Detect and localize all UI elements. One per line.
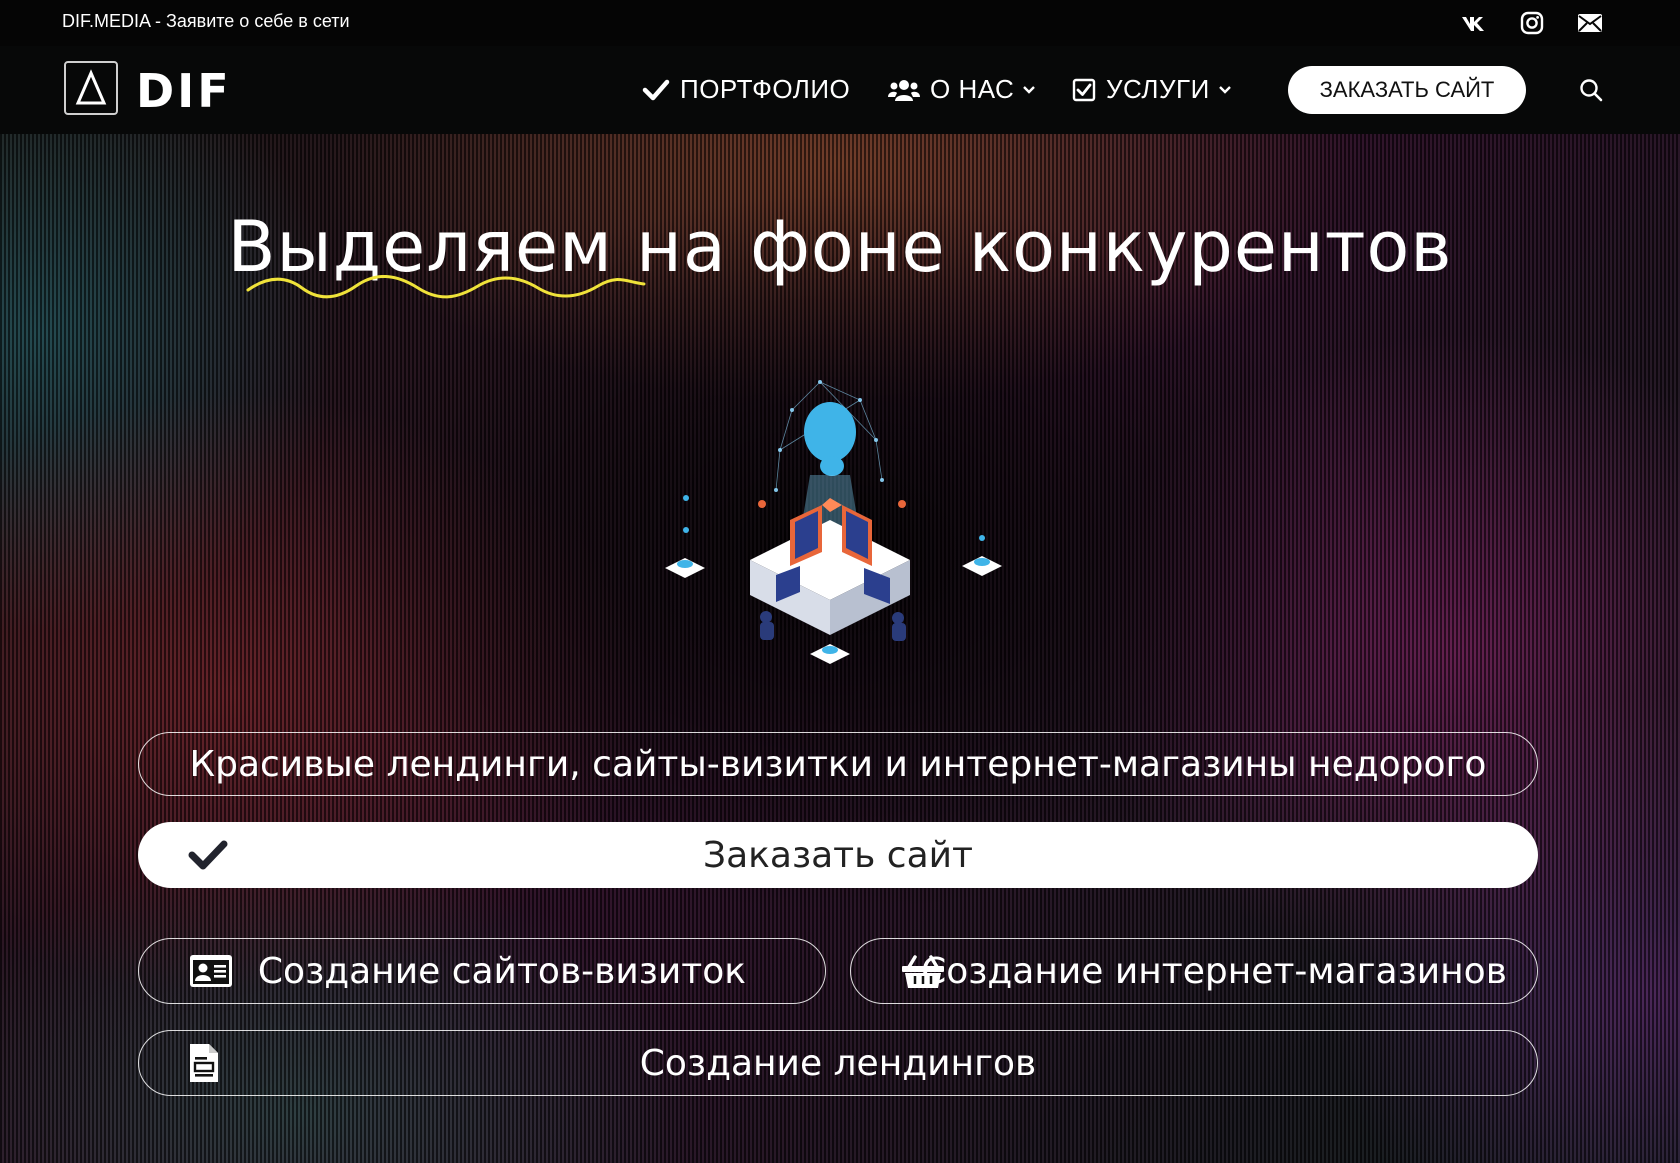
instagram-icon[interactable]: [1518, 10, 1546, 36]
basket-icon: [901, 953, 945, 989]
check-icon: [188, 840, 228, 870]
hero-section: Выделяем на фоне конкурентов Красивые ле…: [0, 134, 1680, 1163]
id-card-icon: [189, 954, 233, 988]
checkbox-icon: [1072, 78, 1096, 102]
service-online-stores[interactable]: Создание интернет-магазинов: [850, 938, 1538, 1004]
logo-mark: [64, 61, 118, 115]
order-site-button[interactable]: ЗАКАЗАТЬ САЙТ: [1288, 66, 1526, 114]
main-navbar: DIF ПОРТФОЛИО О НАС УСЛУГИ ЗАКАЗАТЬ САЙТ: [0, 46, 1680, 134]
search-icon[interactable]: [1579, 78, 1603, 107]
tagline-pill-label: Красивые лендинги, сайты-визитки и интер…: [189, 743, 1487, 785]
nav-portfolio-label: ПОРТФОЛИО: [680, 74, 851, 104]
nav-about-label: О НАС: [930, 74, 1015, 104]
mail-icon[interactable]: [1576, 10, 1604, 36]
document-icon: [189, 1043, 219, 1083]
chevron-down-icon: [1218, 85, 1232, 95]
server-illustration: [665, 380, 1002, 664]
nav-services-label: УСЛУГИ: [1106, 74, 1210, 104]
chevron-down-icon: [1022, 85, 1036, 95]
logo-text: DIF: [136, 64, 232, 118]
nav-portfolio[interactable]: ПОРТФОЛИО: [642, 74, 850, 105]
headline-underline: [246, 274, 646, 299]
nav-services[interactable]: УСЛУГИ: [1072, 74, 1232, 105]
check-icon: [642, 79, 670, 101]
cta-label: Заказать сайт: [703, 834, 973, 876]
service-label: Создание интернет-магазинов: [921, 950, 1507, 992]
top-bar: DIF.MEDIA - Заявите о себе в сети: [0, 0, 1680, 46]
service-label: Создание сайтов-визиток: [257, 950, 747, 992]
order-site-cta-button[interactable]: Заказать сайт: [138, 822, 1538, 888]
vk-icon[interactable]: [1460, 10, 1488, 36]
users-icon: [888, 79, 920, 101]
service-business-card-sites[interactable]: Создание сайтов-визиток: [138, 938, 826, 1004]
site-tagline: DIF.MEDIA - Заявите о себе в сети: [62, 11, 350, 31]
nav-about[interactable]: О НАС: [888, 74, 1036, 105]
service-landings[interactable]: Создание лендингов: [138, 1030, 1538, 1096]
tagline-pill: Красивые лендинги, сайты-визитки и интер…: [138, 732, 1538, 796]
service-label: Создание лендингов: [639, 1042, 1037, 1084]
